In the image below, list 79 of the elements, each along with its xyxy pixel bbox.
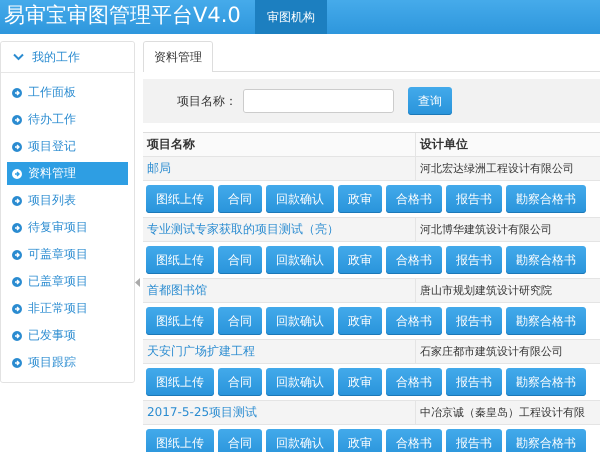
tab[interactable]: 资料管理 bbox=[143, 41, 213, 72]
action-button[interactable]: 合格书 bbox=[386, 246, 442, 274]
table-cell: 河北宏达绿洲工程设计有限公司 bbox=[415, 157, 600, 180]
arrow-circle-icon bbox=[12, 330, 22, 340]
sidebar-item[interactable]: 项目登记 bbox=[7, 135, 128, 158]
action-button[interactable]: 勘察合格书 bbox=[506, 368, 586, 396]
sidebar-item[interactable]: 资料管理 bbox=[7, 162, 128, 185]
action-button[interactable]: 回款确认 bbox=[266, 307, 334, 335]
arrow-circle-icon bbox=[12, 222, 22, 232]
project-link[interactable]: 邮局 bbox=[147, 160, 171, 177]
action-button[interactable]: 合格书 bbox=[386, 368, 442, 396]
query-button[interactable]: 查询 bbox=[408, 87, 452, 115]
action-button[interactable]: 合同 bbox=[218, 429, 262, 452]
collapse-handle-icon[interactable] bbox=[135, 278, 140, 287]
action-button[interactable]: 政审 bbox=[338, 307, 382, 335]
project-link[interactable]: 专业测试专家获取的项目测试（亮） bbox=[147, 221, 339, 238]
action-button[interactable]: 勘察合格书 bbox=[506, 185, 586, 213]
table-cell: 石家庄都市建筑设计有限公司 bbox=[415, 340, 600, 363]
sidebar-item[interactable]: 工作面板 bbox=[7, 81, 128, 104]
field-label: 项目名称： bbox=[177, 92, 237, 110]
column-header: 设计单位 bbox=[415, 133, 600, 156]
action-button[interactable]: 回款确认 bbox=[266, 185, 334, 213]
action-button[interactable]: 政审 bbox=[338, 246, 382, 274]
action-button[interactable]: 报告书 bbox=[446, 429, 502, 452]
app-title: 易审宝审图管理平台V4.0 bbox=[3, 2, 242, 29]
table-cell: 唐山市规划建筑设计研究院 bbox=[415, 279, 600, 302]
sidebar-item[interactable]: 项目跟踪 bbox=[7, 351, 128, 374]
chevron-icon bbox=[13, 53, 24, 61]
sidebar-item[interactable]: 待复审项目 bbox=[7, 216, 128, 239]
action-button[interactable]: 政审 bbox=[338, 185, 382, 213]
action-button[interactable]: 合同 bbox=[218, 246, 262, 274]
action-button[interactable]: 回款确认 bbox=[266, 429, 334, 452]
action-button[interactable]: 图纸上传 bbox=[146, 246, 214, 274]
action-button[interactable]: 报告书 bbox=[446, 185, 502, 213]
column-header: 项目名称 bbox=[146, 136, 196, 153]
table-cell: 中冶京诚（秦皇岛）工程设计有限 bbox=[415, 401, 600, 424]
sidebar-item[interactable]: 可盖章项目 bbox=[7, 243, 128, 266]
action-button[interactable]: 合同 bbox=[218, 185, 262, 213]
sidebar-header[interactable]: 我的工作 bbox=[1, 42, 134, 73]
action-button[interactable]: 回款确认 bbox=[266, 368, 334, 396]
sidebar-item[interactable]: 待办工作 bbox=[7, 108, 128, 131]
action-button[interactable]: 勘察合格书 bbox=[506, 429, 586, 452]
arrow-circle-icon bbox=[12, 304, 22, 314]
arrow-circle-icon bbox=[12, 142, 22, 152]
action-button[interactable]: 合同 bbox=[218, 307, 262, 335]
action-button[interactable]: 合同 bbox=[218, 368, 262, 396]
sidebar-item[interactable]: 已发事项 bbox=[7, 324, 128, 347]
arrow-circle-icon bbox=[12, 250, 22, 260]
action-button[interactable]: 图纸上传 bbox=[146, 429, 214, 452]
action-button[interactable]: 报告书 bbox=[446, 307, 502, 335]
arrow-circle-icon bbox=[12, 276, 22, 286]
action-button[interactable]: 政审 bbox=[338, 368, 382, 396]
project-link[interactable]: 首都图书馆 bbox=[147, 282, 207, 299]
project-name-field[interactable] bbox=[243, 89, 394, 113]
action-button[interactable]: 合格书 bbox=[386, 307, 442, 335]
table-cell: 河北博华建筑设计有限公司 bbox=[415, 218, 600, 241]
arrow-circle-icon bbox=[12, 88, 22, 98]
project-link[interactable]: 2017-5-25项目测试 bbox=[147, 404, 258, 421]
project-link[interactable]: 天安门广场扩建工程 bbox=[147, 343, 255, 360]
sidebar-title: 我的工作 bbox=[32, 48, 80, 66]
action-button[interactable]: 图纸上传 bbox=[146, 307, 214, 335]
action-button[interactable]: 合格书 bbox=[386, 429, 442, 452]
action-button[interactable]: 报告书 bbox=[446, 246, 502, 274]
arrow-circle-icon bbox=[12, 358, 22, 368]
sidebar-item[interactable]: 非正常项目 bbox=[7, 297, 128, 320]
sidebar-item[interactable]: 已盖章项目 bbox=[7, 270, 128, 293]
action-button[interactable]: 报告书 bbox=[446, 368, 502, 396]
sidebar-item[interactable]: 项目列表 bbox=[7, 189, 128, 212]
action-button[interactable]: 合格书 bbox=[386, 185, 442, 213]
action-button[interactable]: 图纸上传 bbox=[146, 368, 214, 396]
action-button[interactable]: 政审 bbox=[338, 429, 382, 452]
arrow-circle-icon bbox=[12, 114, 22, 124]
nav-tab[interactable]: 审图机构 bbox=[254, 0, 327, 34]
arrow-circle-icon bbox=[12, 168, 22, 178]
arrow-circle-icon bbox=[12, 196, 22, 206]
action-button[interactable]: 回款确认 bbox=[266, 246, 334, 274]
action-button[interactable]: 图纸上传 bbox=[146, 185, 214, 213]
action-button[interactable]: 勘察合格书 bbox=[506, 246, 586, 274]
action-button[interactable]: 勘察合格书 bbox=[506, 307, 586, 335]
